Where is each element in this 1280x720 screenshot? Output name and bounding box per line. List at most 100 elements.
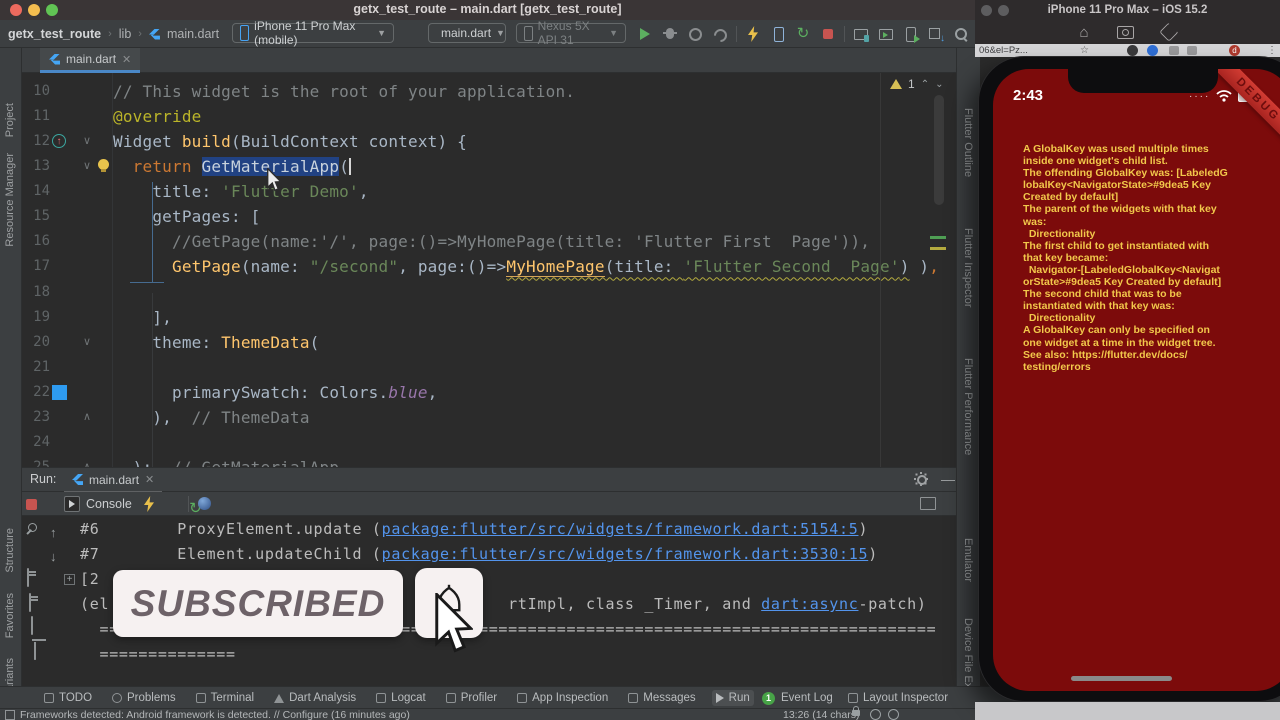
code-editor[interactable]: 10 11 12 ∨ ↑13 ∨ 14 15 16 17 18 19 20 ∨ 21 22 23 ∧ 24 25 ∧ /… <box>22 73 956 467</box>
devtools-icon[interactable] <box>198 497 211 510</box>
rotate-icon[interactable] <box>1158 22 1179 42</box>
lightbulb-icon[interactable] <box>98 159 109 173</box>
device-manager-icon[interactable] <box>852 25 870 43</box>
soft-wrap-icon[interactable] <box>27 568 29 587</box>
editor-scrollbar[interactable] <box>934 95 944 205</box>
tool-strip-project[interactable]: Project <box>4 103 16 137</box>
happy-face-icon[interactable] <box>870 709 881 720</box>
flutter-icon <box>72 474 83 485</box>
tool-strip-flutter-outline[interactable]: Flutter Outline <box>962 108 974 177</box>
hot-restart-icon[interactable]: ↻ <box>794 25 812 43</box>
color-swatch-icon[interactable] <box>52 384 67 400</box>
hot-reload-icon[interactable] <box>140 495 158 513</box>
tool-window-button-run[interactable]: Run <box>711 690 754 706</box>
breadcrumb-item-getx_test_route[interactable]: getx_test_route <box>8 27 101 41</box>
stop-icon[interactable] <box>26 499 37 510</box>
breadcrumb-item-main.dart[interactable]: main.dart <box>167 27 219 41</box>
stop-icon[interactable] <box>819 25 837 43</box>
run-config-label: main.dart <box>441 26 492 40</box>
tool-windows-icon[interactable] <box>5 710 15 720</box>
console-tab[interactable]: Console <box>64 492 132 516</box>
close-tab-icon[interactable]: ✕ <box>122 53 131 66</box>
layout-inspector-button[interactable]: Layout Inspector <box>848 687 948 709</box>
fold-marker-icon[interactable]: ∧ <box>80 405 94 430</box>
extension-icon[interactable] <box>1187 46 1197 55</box>
code-token: , page:()=> <box>398 257 507 277</box>
fold-marker-icon[interactable]: ∨ <box>80 330 94 355</box>
tool-strip-resource-manager[interactable]: Resource Manager <box>4 153 16 247</box>
expand-icon[interactable]: + <box>64 574 75 585</box>
tool-window-button-app-inspection[interactable]: App Inspection <box>513 690 612 706</box>
sad-face-icon[interactable] <box>888 709 899 720</box>
star-icon[interactable]: ☆ <box>1080 45 1089 56</box>
debug-icon[interactable] <box>661 25 679 43</box>
tool-window-button-problems[interactable]: Problems <box>108 690 180 706</box>
menu-dots-icon[interactable]: ⋮ <box>1267 45 1277 56</box>
layout-inspector-icon <box>848 693 858 703</box>
run-on-device-icon[interactable] <box>902 25 920 43</box>
phone-screen[interactable]: 2:43 ···· DEBUG A GlobalKey was used mul… <box>993 69 1280 691</box>
clear-console-icon[interactable] <box>34 642 36 660</box>
close-tab-icon[interactable]: ✕ <box>145 473 154 486</box>
down-arrow-icon[interactable]: ↓ <box>50 549 57 564</box>
browser-avatar[interactable]: d <box>1229 45 1240 56</box>
target-device-selector[interactable]: Nexus 5X API 31 ▼ <box>516 19 626 47</box>
search-everywhere-icon[interactable] <box>952 25 970 43</box>
breadcrumb-item-lib[interactable]: lib <box>119 27 132 41</box>
chevron-up-icon[interactable]: ⌃ <box>921 79 929 90</box>
tab-main-dart[interactable]: main.dart ✕ <box>40 48 141 73</box>
virtual-device-manager-icon[interactable] <box>877 25 895 43</box>
code-line: theme: ThemeData( <box>113 330 320 355</box>
tool-window-button-terminal[interactable]: Terminal <box>192 690 258 706</box>
screenshot-icon[interactable] <box>1116 25 1134 39</box>
run-tab-label: main.dart <box>89 472 140 487</box>
attach-debugger-icon[interactable] <box>769 25 787 43</box>
run-tab-main-dart[interactable]: main.dart ✕ <box>64 468 163 493</box>
line-number: 25 <box>22 455 50 467</box>
tool-strip-favorites[interactable]: Favorites <box>4 593 16 638</box>
fold-marker-icon[interactable]: ∨ <box>80 129 94 154</box>
minimize-panel-icon[interactable]: — <box>941 471 955 487</box>
tool-window-button-profiler[interactable]: Profiler <box>442 690 501 706</box>
tool-strip-emulator[interactable]: Emulator <box>962 538 974 582</box>
console-link[interactable]: dart:async <box>761 595 858 613</box>
event-log-button[interactable]: 1 Event Log <box>762 687 833 709</box>
extension-icon[interactable] <box>1147 45 1158 56</box>
fold-marker-icon[interactable]: ∨ <box>80 154 94 179</box>
hot-reload-icon[interactable] <box>744 25 762 43</box>
home-indicator[interactable] <box>1071 676 1172 681</box>
tool-strip-flutter-performance[interactable]: Flutter Performance <box>962 358 974 455</box>
tool-window-button-dart-analysis[interactable]: Dart Analysis <box>270 690 360 706</box>
caret-position[interactable]: 13:26 (14 chars) <box>783 709 859 720</box>
tool-strip-structure[interactable]: Structure <box>4 528 16 573</box>
profiler-icon[interactable] <box>711 25 729 43</box>
breadcrumb[interactable]: getx_test_route › lib › main.dart <box>8 20 219 48</box>
scroll-to-end-icon[interactable] <box>29 593 31 612</box>
chevron-down-icon[interactable]: ⌄ <box>935 79 943 90</box>
terminal-icon <box>195 693 206 703</box>
tool-strip-flutter-inspector[interactable]: Flutter Inspector <box>962 228 974 307</box>
extension-icon[interactable] <box>1169 46 1179 55</box>
console-link[interactable]: package:flutter/src/widgets/framework.da… <box>382 520 859 538</box>
layout-icon[interactable] <box>920 497 936 510</box>
tool-window-button-logcat[interactable]: Logcat <box>372 690 430 706</box>
profile-icon[interactable] <box>686 25 704 43</box>
code-line: ); // GetMaterialApp <box>113 455 339 467</box>
console-link[interactable]: package:flutter/src/widgets/framework.da… <box>382 545 869 563</box>
inspection-widget[interactable]: 1 ⌃ ⌄ <box>890 77 943 91</box>
tool-window-button-todo[interactable]: TODO <box>40 690 96 706</box>
fold-marker-icon[interactable]: ∧ <box>80 455 94 467</box>
up-arrow-icon[interactable]: ↑ <box>50 525 57 540</box>
device-selector[interactable]: iPhone 11 Pro Max (mobile) ▼ <box>232 19 394 47</box>
sync-project-icon[interactable] <box>927 25 945 44</box>
error-text-line: Navigator-[LabeledGlobalKey<Navigat <box>1023 263 1220 276</box>
run-config-selector[interactable]: main.dart ▼ <box>428 23 506 43</box>
override-marker-icon[interactable]: ↑ <box>52 134 66 149</box>
tool-window-button-messages[interactable]: Messages <box>624 690 699 706</box>
lock-icon[interactable] <box>852 706 860 716</box>
run-icon[interactable] <box>636 25 654 43</box>
code-line: // This widget is the root of your appli… <box>113 79 575 104</box>
home-icon[interactable]: ⌂ <box>1079 24 1088 41</box>
print-icon[interactable] <box>31 616 33 635</box>
extension-icon[interactable] <box>1127 45 1138 56</box>
